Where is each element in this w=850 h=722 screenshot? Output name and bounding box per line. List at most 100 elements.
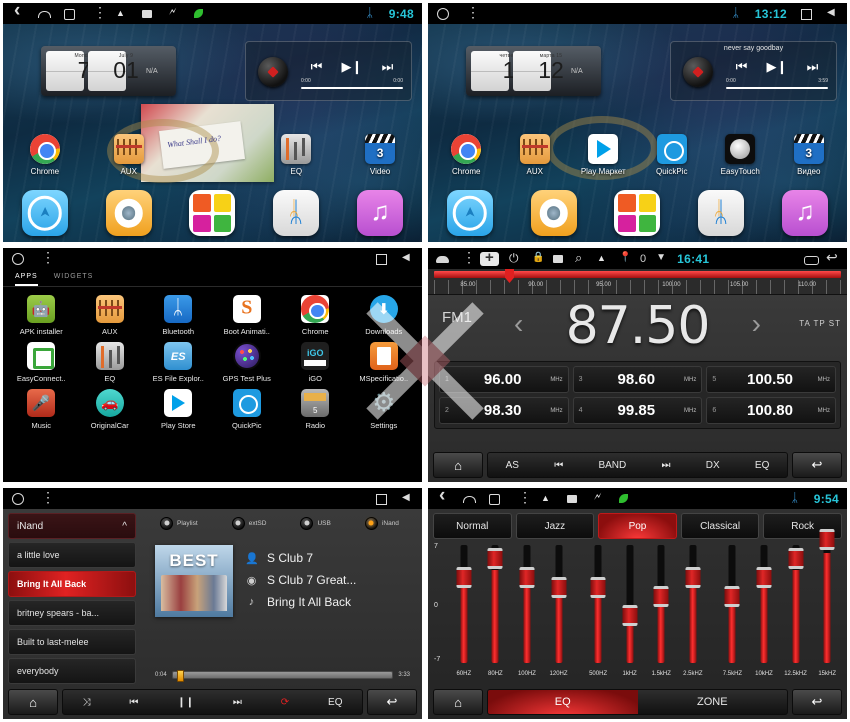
eq-band-thumb[interactable] bbox=[819, 529, 835, 551]
screenshot-icon[interactable] bbox=[552, 252, 565, 265]
back-button[interactable]: ↩ bbox=[367, 689, 417, 715]
source-dropdown[interactable]: iNand ^ bbox=[8, 513, 136, 539]
shuffle-button[interactable]: ⤨ bbox=[82, 697, 90, 708]
back-triangle-icon[interactable] bbox=[826, 7, 839, 20]
menu-icon[interactable] bbox=[37, 251, 55, 265]
home-icon[interactable] bbox=[37, 7, 51, 20]
preset-button-6[interactable]: 6 100.80 MHz bbox=[706, 397, 836, 424]
square-icon[interactable] bbox=[375, 492, 388, 505]
media-playpause-icon[interactable]: ▶❙ bbox=[767, 59, 788, 75]
quad-apps-icon[interactable] bbox=[614, 190, 661, 236]
home-button[interactable]: ⌂ bbox=[433, 452, 483, 478]
drawer-app-radio[interactable]: Radio bbox=[281, 389, 350, 430]
app-quickpic[interactable]: QuickPic bbox=[638, 134, 707, 176]
media-progress-bar[interactable] bbox=[726, 87, 828, 89]
eq-band-thumb[interactable] bbox=[685, 567, 701, 589]
pause-button[interactable]: ❙❙ bbox=[177, 697, 194, 708]
media-widget[interactable]: never say goodbay ⏮ ▶❙ ⏭ 0:00 3:59 bbox=[670, 41, 837, 101]
plus-badge-icon[interactable] bbox=[480, 249, 499, 266]
home-icon[interactable] bbox=[436, 252, 449, 265]
media-progress-bar[interactable] bbox=[301, 87, 403, 89]
media-prev-icon[interactable]: ⏮ bbox=[311, 59, 323, 75]
square-icon[interactable] bbox=[375, 252, 388, 265]
tab-zone[interactable]: ZONE bbox=[638, 690, 788, 714]
music-icon[interactable] bbox=[357, 190, 404, 236]
back-triangle-icon[interactable] bbox=[401, 252, 414, 265]
eq-band-slider[interactable]: 80HZ bbox=[480, 545, 512, 677]
screenshot-icon[interactable] bbox=[566, 492, 579, 505]
app-aux[interactable]: AUX bbox=[501, 134, 570, 176]
eq-preset-normal[interactable]: Normal bbox=[433, 513, 512, 539]
app-eq[interactable]: EQ bbox=[254, 134, 338, 176]
bluetooth-icon[interactable] bbox=[273, 190, 320, 236]
back-icon[interactable] bbox=[826, 249, 839, 266]
eq-band-slider[interactable]: 120HZ bbox=[543, 545, 575, 677]
recents-icon[interactable] bbox=[488, 492, 501, 505]
eq-band-slider[interactable]: 500HZ bbox=[582, 545, 614, 677]
source-playlist[interactable]: Playlist bbox=[160, 516, 198, 530]
recents-icon[interactable] bbox=[63, 7, 76, 20]
media-playpause-icon[interactable]: ▶❙ bbox=[342, 59, 363, 75]
band-button[interactable]: BAND bbox=[598, 460, 626, 471]
home-button[interactable]: ⌂ bbox=[433, 689, 483, 715]
home-circle-icon[interactable] bbox=[11, 492, 24, 505]
preset-button-5[interactable]: 5 100.50 MHz bbox=[706, 366, 836, 393]
back-icon[interactable] bbox=[11, 4, 24, 20]
lock-icon[interactable] bbox=[530, 252, 544, 265]
drawer-app-quickpic[interactable]: QuickPic bbox=[213, 389, 282, 430]
eq-band-thumb[interactable] bbox=[756, 567, 772, 589]
drawer-app-igo[interactable]: iGO bbox=[281, 342, 350, 383]
eq-button[interactable]: EQ bbox=[328, 697, 342, 708]
preset-button-1[interactable]: 1 96.00 MHz bbox=[439, 366, 569, 393]
clock-widget[interactable]: Monday 7 July 9 01 N/A bbox=[41, 46, 176, 96]
seek-bar[interactable] bbox=[171, 670, 394, 682]
menu-icon[interactable] bbox=[89, 6, 107, 20]
drawer-app-music[interactable]: Music bbox=[7, 389, 76, 430]
disc-icon[interactable] bbox=[105, 190, 152, 236]
eq-preset-jazz[interactable]: Jazz bbox=[515, 513, 595, 539]
app-easytouch[interactable]: EasyTouch bbox=[706, 134, 775, 176]
frequency-scale[interactable]: 85.00 90.00 95.00 100.00 105.00 110.00 bbox=[428, 269, 847, 295]
menu-icon[interactable] bbox=[514, 491, 532, 505]
eq-band-slider[interactable]: 100HZ bbox=[511, 545, 543, 677]
drawer-app-boot-animation[interactable]: Boot Animati.. bbox=[213, 295, 282, 336]
eq-band-slider[interactable]: 1kHZ bbox=[614, 545, 646, 677]
eq-band-slider[interactable]: 2.5kHZ bbox=[677, 545, 709, 677]
preset-button-4[interactable]: 4 99.85 MHz bbox=[572, 397, 703, 424]
preset-button-3[interactable]: 3 98.60 MHz bbox=[572, 366, 703, 393]
app-aux[interactable]: AUX bbox=[87, 134, 171, 176]
source-usb[interactable]: USB bbox=[300, 516, 331, 530]
list-item[interactable]: Built to last-melee bbox=[8, 629, 136, 655]
power-icon[interactable] bbox=[508, 251, 521, 266]
eq-band-slider[interactable]: 7.5kHZ bbox=[717, 545, 749, 677]
eq-band-thumb[interactable] bbox=[551, 576, 567, 598]
drawer-app-play-store[interactable]: Play Store bbox=[144, 389, 213, 430]
source-extsd[interactable]: extSD bbox=[231, 516, 266, 530]
next-button[interactable]: ⏭ bbox=[233, 697, 242, 708]
eq-preset-classical[interactable]: Classical bbox=[680, 513, 760, 539]
eq-band-thumb[interactable] bbox=[788, 548, 804, 570]
as-button[interactable]: AS bbox=[506, 460, 519, 471]
home-circle-icon[interactable] bbox=[11, 252, 24, 265]
prev-button[interactable]: ⏮ bbox=[129, 697, 138, 708]
tab-widgets[interactable]: WIDGETS bbox=[54, 273, 94, 286]
eq-band-slider[interactable]: 60HZ bbox=[448, 545, 480, 677]
source-inand[interactable]: iNand bbox=[364, 516, 399, 530]
drawer-app-chrome[interactable]: Chrome bbox=[281, 295, 350, 336]
eq-band-slider[interactable]: 1.5kHZ bbox=[645, 545, 677, 677]
drawer-app-bluetooth[interactable]: Bluetooth bbox=[144, 295, 213, 336]
drawer-app-easyconnect[interactable]: EasyConnect.. bbox=[7, 342, 76, 383]
tune-up-button[interactable]: › bbox=[752, 309, 761, 339]
eq-band-thumb[interactable] bbox=[590, 576, 606, 598]
clock-widget[interactable]: четверг 1 марта 15 12 N/A bbox=[466, 46, 601, 96]
eq-band-thumb[interactable] bbox=[622, 604, 638, 626]
media-next-icon[interactable]: ⏭ bbox=[807, 59, 819, 75]
drawer-app-mspecification[interactable]: MSpecificatio.. bbox=[350, 342, 419, 383]
eq-band-slider[interactable]: 12.5kHZ bbox=[780, 545, 812, 677]
navigation-icon[interactable] bbox=[446, 190, 493, 236]
app-play-market[interactable]: Play Маркет bbox=[569, 134, 638, 176]
eq-preset-pop[interactable]: Pop bbox=[598, 513, 677, 539]
recents-icon[interactable] bbox=[804, 252, 819, 265]
eq-band-thumb[interactable] bbox=[653, 586, 669, 607]
preset-button-2[interactable]: 2 98.30 MHz bbox=[439, 397, 569, 424]
